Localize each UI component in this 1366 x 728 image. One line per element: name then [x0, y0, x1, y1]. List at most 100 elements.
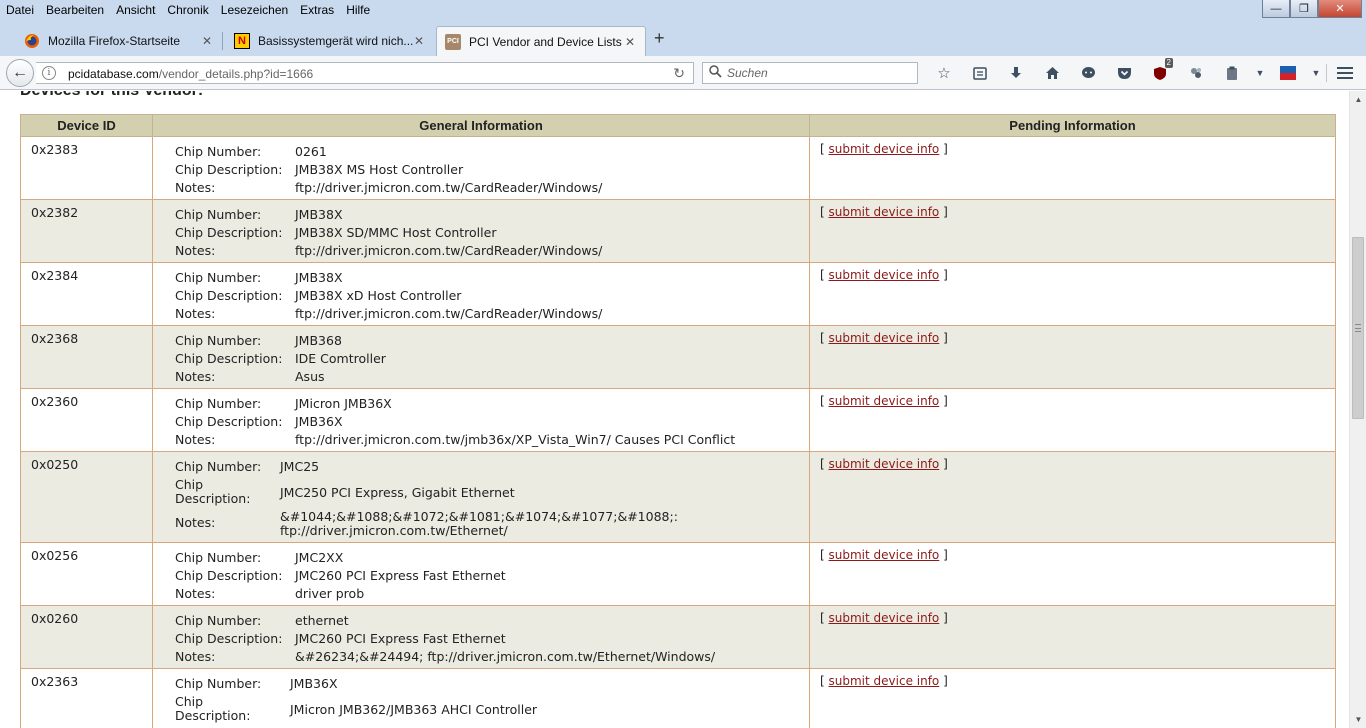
- bracket-close: ]: [943, 268, 948, 282]
- minimize-button[interactable]: —: [1262, 0, 1290, 18]
- header-general-information: General Information: [152, 114, 810, 137]
- bracket-open: [: [820, 674, 825, 688]
- chip-number-label: Chip Number:: [175, 270, 262, 285]
- page-viewport: Devices for this Vendor: Device ID Gener…: [0, 91, 1349, 728]
- submit-device-info-link[interactable]: submit device info: [829, 268, 940, 282]
- bookmarks-list-icon[interactable]: [962, 62, 998, 84]
- chip-number-label: Chip Number:: [175, 207, 262, 222]
- back-arrow-icon: ←: [12, 64, 28, 81]
- close-window-button[interactable]: ✕: [1318, 0, 1362, 18]
- info-grid: Chip Number: JMB38X Chip Description: JM…: [153, 263, 809, 323]
- scroll-up-arrow-icon[interactable]: ▲: [1350, 91, 1366, 108]
- table-row: 0x2383 Chip Number: 0261 Chip Descriptio…: [20, 136, 1336, 200]
- bracket-close: ]: [943, 142, 948, 156]
- table-row: 0x0260 Chip Number: ethernet Chip Descri…: [20, 605, 1336, 669]
- bracket-open: [: [820, 394, 825, 408]
- tab-basissystem[interactable]: N Basissystemgerät wird nich... ✕: [208, 26, 434, 56]
- menu-extras[interactable]: Extras: [294, 0, 340, 20]
- new-tab-button[interactable]: +: [654, 28, 665, 49]
- download-icon[interactable]: [998, 62, 1034, 84]
- firefox-icon: [24, 33, 40, 49]
- chat-icon[interactable]: [1070, 62, 1106, 84]
- scroll-grip-icon: [1355, 324, 1361, 332]
- menu-ansicht[interactable]: Ansicht: [110, 0, 161, 20]
- chip-description-label: Chip Description:: [175, 693, 290, 723]
- notes-label: Notes:: [175, 306, 216, 321]
- description-word: Description:: [175, 708, 251, 723]
- device-id: 0x0260: [20, 605, 153, 669]
- pocket-icon[interactable]: [1106, 62, 1142, 84]
- maximize-button[interactable]: ❐: [1290, 0, 1318, 18]
- bracket-close: ]: [943, 394, 948, 408]
- bracket-open: [: [820, 205, 825, 219]
- table-row: 0x2382 Chip Number: JMB38X Chip Descript…: [20, 199, 1336, 263]
- ublock-icon[interactable]: 2: [1142, 58, 1178, 84]
- submit-device-info-link[interactable]: submit device info: [829, 457, 940, 471]
- search-bar[interactable]: [702, 62, 918, 84]
- submit-device-info-link[interactable]: submit device info: [829, 394, 940, 408]
- table-row: 0x2384 Chip Number: JMB38X Chip Descript…: [20, 262, 1336, 326]
- search-input[interactable]: [725, 65, 915, 81]
- tab-firefox-start[interactable]: Mozilla Firefox-Startseite ✕: [0, 26, 222, 56]
- bookmark-star-icon[interactable]: ☆: [926, 62, 962, 84]
- menu-items: Datei Bearbeiten Ansicht Chronik Lesezei…: [0, 0, 376, 20]
- menu-bearbeiten[interactable]: Bearbeiten: [40, 0, 110, 20]
- pending-info-cell: [ submit device info ]: [809, 136, 1336, 200]
- back-button[interactable]: ←: [6, 59, 34, 87]
- info-grid: Chip Number: ethernet Chip Description: …: [153, 606, 809, 666]
- tab-bar: Mozilla Firefox-Startseite ✕ N Basissyst…: [0, 20, 1366, 56]
- header-pending-information: Pending Information: [809, 114, 1336, 137]
- general-info-cell: Chip Number: JMC25 Chip Description: JMC2…: [152, 451, 810, 543]
- tab-pci-vendor[interactable]: PCI PCI Vendor and Device Lists ✕: [436, 26, 646, 56]
- close-tab-icon[interactable]: ✕: [625, 35, 635, 49]
- chevron-down-icon[interactable]: ▼: [1250, 62, 1270, 84]
- info-grid: Chip Number: JMB36X Chip Description: JMi…: [153, 669, 809, 723]
- scroll-thumb[interactable]: [1352, 237, 1364, 419]
- url-bar[interactable]: i pcidatabase.com/vendor_details.php?id=…: [36, 62, 694, 84]
- chip-description-label: Chip Description:: [175, 568, 283, 583]
- chevron-down-icon[interactable]: ▼: [1306, 62, 1326, 84]
- reload-icon[interactable]: ↻: [673, 65, 685, 82]
- notes-value: &#26234;&#24494; ftp://driver.jmicron.co…: [295, 649, 716, 664]
- general-info-cell: Chip Number: JMB38X Chip Description: JM…: [152, 199, 810, 263]
- home-icon[interactable]: [1034, 62, 1070, 84]
- bracket-open: [: [820, 268, 825, 282]
- submit-device-info-link[interactable]: submit device info: [829, 331, 940, 345]
- submit-device-info-link[interactable]: submit device info: [829, 611, 940, 625]
- chip-number-label: Chip Number:: [175, 550, 262, 565]
- close-tab-icon[interactable]: ✕: [414, 34, 424, 48]
- notes-value: ftp://driver.jmicron.com.tw/jmb36x/XP_Vi…: [295, 432, 736, 447]
- submit-device-info-link[interactable]: submit device info: [829, 548, 940, 562]
- bracket-close: ]: [943, 205, 948, 219]
- notes-label: Notes:: [175, 180, 216, 195]
- chip-description-label: Chip Description:: [175, 351, 283, 366]
- url-path: /vendor_details.php?id=1666: [158, 67, 314, 81]
- scroll-down-arrow-icon[interactable]: ▼: [1350, 711, 1366, 728]
- general-info-cell: Chip Number: JMC2XX Chip Description: JM…: [152, 542, 810, 606]
- submit-device-info-link[interactable]: submit device info: [829, 205, 940, 219]
- chip-description-value: JMicron JMB362/JMB363 AHCI Controller: [290, 702, 538, 717]
- info-grid: Chip Number: JMB38X Chip Description: JM…: [153, 200, 809, 260]
- vertical-scrollbar[interactable]: ▲ ▼: [1349, 91, 1366, 728]
- menu-datei[interactable]: Datei: [0, 0, 40, 20]
- info-icon[interactable]: i: [42, 66, 56, 80]
- pending-info-cell: [ submit device info ]: [809, 325, 1336, 389]
- pending-info-cell: [ submit device info ]: [809, 542, 1336, 606]
- url-text[interactable]: pcidatabase.com/vendor_details.php?id=16…: [68, 67, 313, 81]
- submit-device-info-link[interactable]: submit device info: [829, 674, 940, 688]
- chip-number-value: JMicron JMB36X: [295, 396, 392, 411]
- bracket-close: ]: [943, 548, 948, 562]
- chip-word: Chip: [175, 477, 204, 492]
- menu-hilfe[interactable]: Hilfe: [340, 0, 376, 20]
- menu-chronik[interactable]: Chronik: [161, 0, 214, 20]
- chip-description-value: IDE Comtroller: [295, 351, 386, 366]
- tab-title: PCI Vendor and Device Lists: [469, 34, 622, 49]
- clipboard-icon[interactable]: [1214, 62, 1250, 84]
- extension-icon[interactable]: [1178, 62, 1214, 84]
- bracket-close: ]: [943, 457, 948, 471]
- submit-device-info-link[interactable]: submit device info: [829, 142, 940, 156]
- news-icon[interactable]: [1270, 62, 1306, 84]
- hamburger-menu-icon[interactable]: [1327, 62, 1363, 84]
- menu-lesezeichen[interactable]: Lesezeichen: [215, 0, 294, 20]
- device-id: 0x2382: [20, 199, 153, 263]
